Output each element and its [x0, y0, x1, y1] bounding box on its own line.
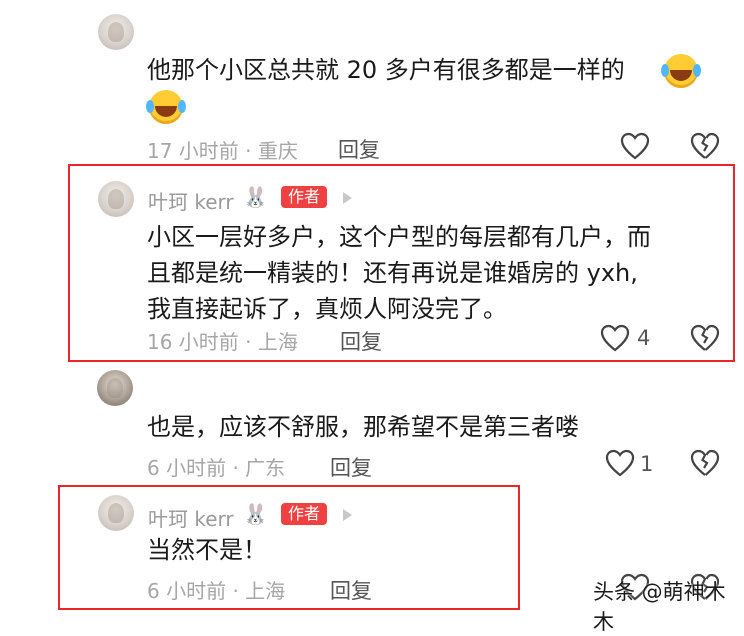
username[interactable]: 叶珂 kerr	[148, 186, 234, 215]
dislike-broken-heart-icon[interactable]	[690, 449, 720, 477]
comment-meta: 17 小时前 · 重庆	[147, 139, 298, 163]
avatar[interactable]	[97, 370, 133, 406]
dislike-broken-heart-icon[interactable]	[690, 324, 720, 352]
like-count: 4	[637, 326, 651, 350]
play-triangle-icon	[343, 192, 352, 204]
reply-button[interactable]: 回复	[340, 326, 382, 356]
like-heart-icon[interactable]	[620, 132, 650, 160]
bunny-emoji-icon: 🐰	[243, 185, 268, 209]
comment-meta: 6 小时前 · 广东	[147, 456, 286, 480]
comment-meta: 6 小时前 · 上海	[147, 579, 286, 603]
watermark: 头条 @萌神木木	[593, 580, 726, 634]
like-count: 1	[640, 452, 654, 476]
avatar[interactable]	[98, 495, 134, 531]
author-badge: 作者	[281, 503, 328, 525]
username[interactable]: 叶珂 kerr	[148, 503, 234, 532]
play-triangle-icon	[343, 509, 352, 521]
avatar[interactable]	[98, 181, 134, 217]
reply-button[interactable]: 回复	[338, 134, 380, 164]
avatar[interactable]	[98, 14, 134, 50]
dislike-broken-heart-icon[interactable]	[690, 132, 720, 160]
like-heart-icon[interactable]	[605, 449, 635, 477]
laughing-crying-emoji-icon	[661, 54, 698, 88]
comment-text: 也是，应该不舒服，那希望不是第三者喽	[147, 413, 579, 441]
comment-text: 他那个小区总共就 20 多户有很多都是一样的	[147, 56, 625, 84]
comment-meta: 16 小时前 · 上海	[147, 330, 298, 354]
comment-text: 当然不是！	[147, 536, 267, 564]
reply-button[interactable]: 回复	[330, 575, 372, 605]
like-heart-icon[interactable]	[600, 324, 630, 352]
comment-text: 小区一层好多户，这个户型的每层都有几户，而 且都是统一精装的！还有再说是谁婚房的…	[147, 223, 651, 323]
laughing-crying-emoji-icon	[146, 90, 183, 124]
bunny-emoji-icon: 🐰	[243, 502, 268, 526]
author-badge: 作者	[281, 186, 328, 208]
reply-button[interactable]: 回复	[330, 452, 372, 482]
